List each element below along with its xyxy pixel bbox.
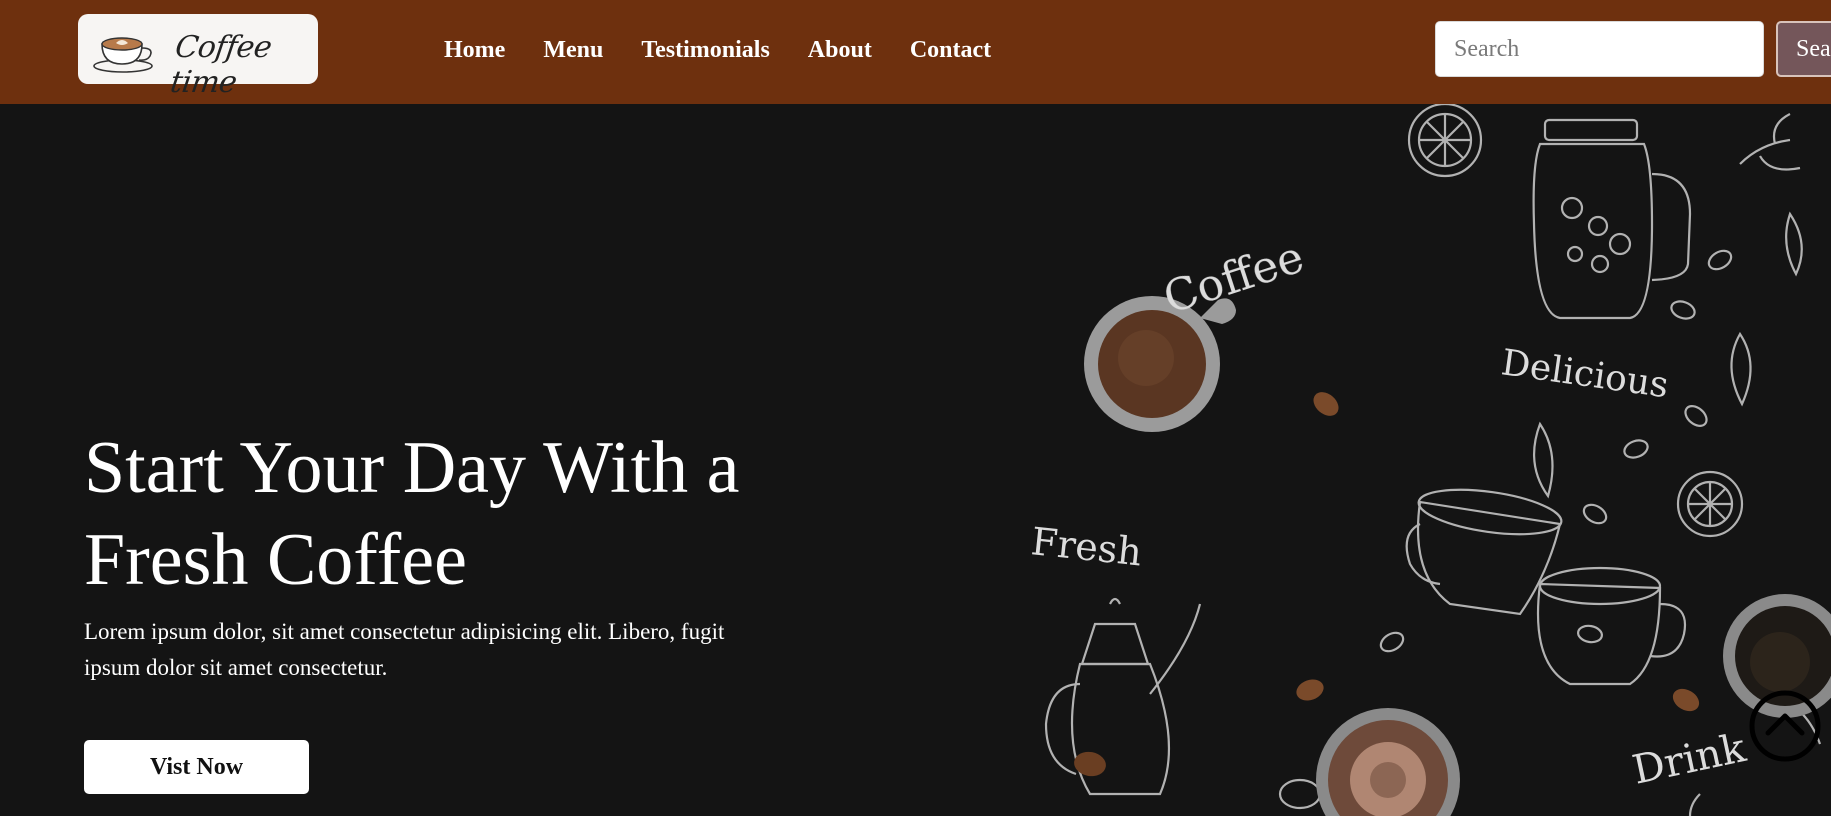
visit-now-button[interactable]: Vist Now [84,740,309,794]
coffee-cup-icon [93,37,153,73]
hero-title-line-2: Fresh Coffee [84,519,467,601]
art-word-delicious: Delicious [1499,342,1671,406]
nav-links: Home Menu Testimonials About Contact [444,36,1029,64]
hero-section: Coffee Delicious Fresh Drink Start Your … [0,104,1831,816]
navbar: Coffee time Home Menu Testimonials About… [0,0,1831,104]
search-input[interactable] [1435,21,1764,77]
logo-text: Coffee time [168,30,274,100]
hero-title: Start Your Day With a Fresh Coffee [84,422,844,606]
logo[interactable]: Coffee time [78,14,318,100]
chevron-up-circle-icon[interactable] [1748,689,1822,763]
hero-title-line-1: Start Your Day With a [84,427,740,509]
nav-about[interactable]: About [808,36,872,64]
search-button[interactable]: Search [1776,21,1831,77]
hero-text: Lorem ipsum dolor, sit amet consectetur … [84,619,725,680]
nav-home[interactable]: Home [444,36,505,64]
coffee-doodle-artwork: Coffee Delicious Fresh Drink [1029,104,1831,816]
art-word-drink: Drink [1629,725,1751,794]
nav-testimonials[interactable]: Testimonials [641,36,769,64]
art-word-fresh: Fresh [1029,519,1144,574]
nav-contact[interactable]: Contact [910,36,991,64]
nav-menu[interactable]: Menu [543,36,603,64]
